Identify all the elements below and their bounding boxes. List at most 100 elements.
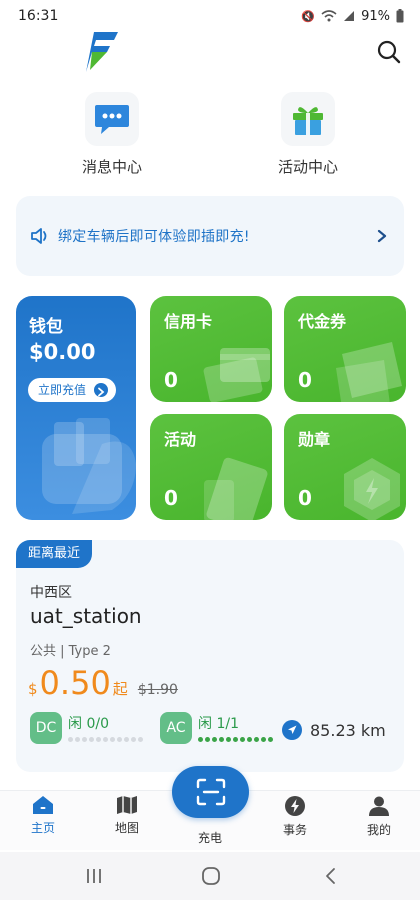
ac-badge: AC bbox=[160, 712, 192, 744]
home-button-icon[interactable] bbox=[200, 866, 222, 886]
ticket-illustration bbox=[204, 457, 268, 520]
wallet-title: 钱包 bbox=[29, 317, 63, 337]
activity-title: 活动 bbox=[164, 430, 197, 449]
voucher-illustration bbox=[336, 342, 402, 402]
dot bbox=[226, 737, 231, 742]
dc-dots bbox=[68, 737, 143, 743]
dot bbox=[268, 737, 273, 742]
signal-icon bbox=[344, 11, 355, 21]
header bbox=[0, 28, 420, 78]
ac-dots bbox=[198, 737, 273, 743]
price-value: 0.50 bbox=[39, 664, 111, 702]
ac-info: 闲 1/1 bbox=[198, 713, 273, 743]
nav-home[interactable]: 主页 bbox=[13, 795, 73, 836]
dot bbox=[75, 737, 80, 742]
activity-center-label: 活动中心 bbox=[277, 158, 338, 176]
chevron-right-icon bbox=[377, 229, 387, 243]
ac-status: 闲 bbox=[198, 716, 212, 732]
charge-scan-button[interactable] bbox=[172, 766, 249, 818]
recharge-button[interactable]: 立即充值 bbox=[28, 378, 117, 402]
dot bbox=[205, 737, 210, 742]
nearest-tag: 距离最近 bbox=[16, 540, 93, 568]
dot bbox=[254, 737, 259, 742]
navigate-icon bbox=[282, 720, 302, 740]
speaker-icon bbox=[31, 228, 47, 244]
dot bbox=[247, 737, 252, 742]
dot bbox=[219, 737, 224, 742]
station-name: uat_station bbox=[30, 604, 142, 628]
dot bbox=[261, 737, 266, 742]
activity-center-button[interactable]: 活动中心 bbox=[248, 92, 368, 177]
status-time: 16:31 bbox=[18, 8, 59, 24]
ac-availability: 闲 1/1 bbox=[198, 713, 273, 733]
activity-value: 0 bbox=[164, 486, 178, 510]
mute-icon: 🔇 bbox=[301, 9, 316, 23]
battery-text: 91% bbox=[361, 8, 390, 24]
original-price: $1.90 bbox=[137, 682, 178, 698]
station-info: 公共 | Type 2 bbox=[30, 644, 111, 659]
bolt-f-logo bbox=[86, 32, 118, 72]
dc-badge: DC bbox=[30, 712, 62, 744]
wallet-amount: $0.00 bbox=[29, 340, 96, 364]
status-indicators: 🔇 91% bbox=[301, 9, 404, 24]
price-row: $ 0.50 起 $1.90 bbox=[28, 664, 178, 704]
badge-value: 0 bbox=[298, 486, 312, 510]
dot bbox=[68, 737, 73, 742]
activity-tile[interactable]: 活动 0 bbox=[150, 414, 272, 520]
scan-icon bbox=[196, 778, 225, 806]
nav-map-label: 地图 bbox=[114, 821, 139, 835]
nav-mine-label: 我的 bbox=[366, 823, 391, 837]
gift-icon bbox=[293, 107, 323, 135]
dot bbox=[198, 737, 203, 742]
wifi-icon bbox=[321, 10, 337, 22]
back-icon[interactable] bbox=[320, 866, 342, 886]
nav-service[interactable]: 事务 bbox=[265, 795, 325, 838]
dot bbox=[233, 737, 238, 742]
dot bbox=[89, 737, 94, 742]
badge-title: 勋章 bbox=[298, 430, 331, 449]
dot bbox=[240, 737, 245, 742]
station-district: 中西区 bbox=[30, 585, 72, 601]
home-icon bbox=[33, 796, 53, 814]
dc-status: 闲 bbox=[68, 716, 82, 732]
dot bbox=[138, 737, 143, 742]
recharge-button-label: 立即充值 bbox=[38, 383, 87, 397]
ac-count: 1/1 bbox=[216, 716, 239, 732]
credit-card-value: 0 bbox=[164, 368, 178, 392]
message-center-button[interactable]: 消息中心 bbox=[52, 92, 172, 177]
dot bbox=[212, 737, 217, 742]
battery-icon bbox=[396, 9, 404, 23]
station-card[interactable]: 距离最近 中西区 uat_station 公共 | Type 2 $ 0.50 … bbox=[16, 540, 404, 772]
message-center-icon-box bbox=[85, 92, 139, 146]
nav-home-label: 主页 bbox=[30, 821, 55, 835]
dot bbox=[110, 737, 115, 742]
badge-tile[interactable]: 勋章 0 bbox=[284, 414, 406, 520]
activity-center-icon-box bbox=[281, 92, 335, 146]
voucher-tile[interactable]: 代金券 0 bbox=[284, 296, 406, 402]
price-currency: $ bbox=[28, 680, 38, 698]
ac-connector: AC 闲 1/1 bbox=[160, 712, 273, 744]
dot bbox=[82, 737, 87, 742]
distance[interactable]: 85.23 km bbox=[282, 720, 386, 740]
chevron-right-icon bbox=[94, 383, 109, 397]
bolt-circle-icon bbox=[285, 796, 305, 816]
nav-charge-label[interactable]: 充电 bbox=[180, 829, 240, 846]
wallet-illustration bbox=[42, 418, 136, 514]
dot bbox=[103, 737, 108, 742]
credit-card-tile[interactable]: 信用卡 0 bbox=[150, 296, 272, 402]
dot bbox=[117, 737, 122, 742]
wallet-card[interactable]: 钱包 $0.00 立即充值 bbox=[16, 296, 136, 520]
dc-info: 闲 0/0 bbox=[68, 713, 143, 743]
search-icon[interactable] bbox=[376, 39, 402, 65]
credit-card-illustration bbox=[203, 348, 270, 402]
recent-apps-icon[interactable] bbox=[83, 866, 105, 886]
nav-mine[interactable]: 我的 bbox=[349, 795, 409, 838]
dot bbox=[131, 737, 136, 742]
notice-banner[interactable]: 绑定车辆后即可体验即插即充! bbox=[16, 196, 404, 276]
chat-bubble-icon bbox=[95, 105, 129, 134]
dot bbox=[124, 737, 129, 742]
nav-map[interactable]: 地图 bbox=[97, 795, 157, 836]
credit-card-title: 信用卡 bbox=[164, 312, 213, 331]
dot bbox=[96, 737, 101, 742]
distance-text: 85.23 km bbox=[310, 720, 386, 740]
